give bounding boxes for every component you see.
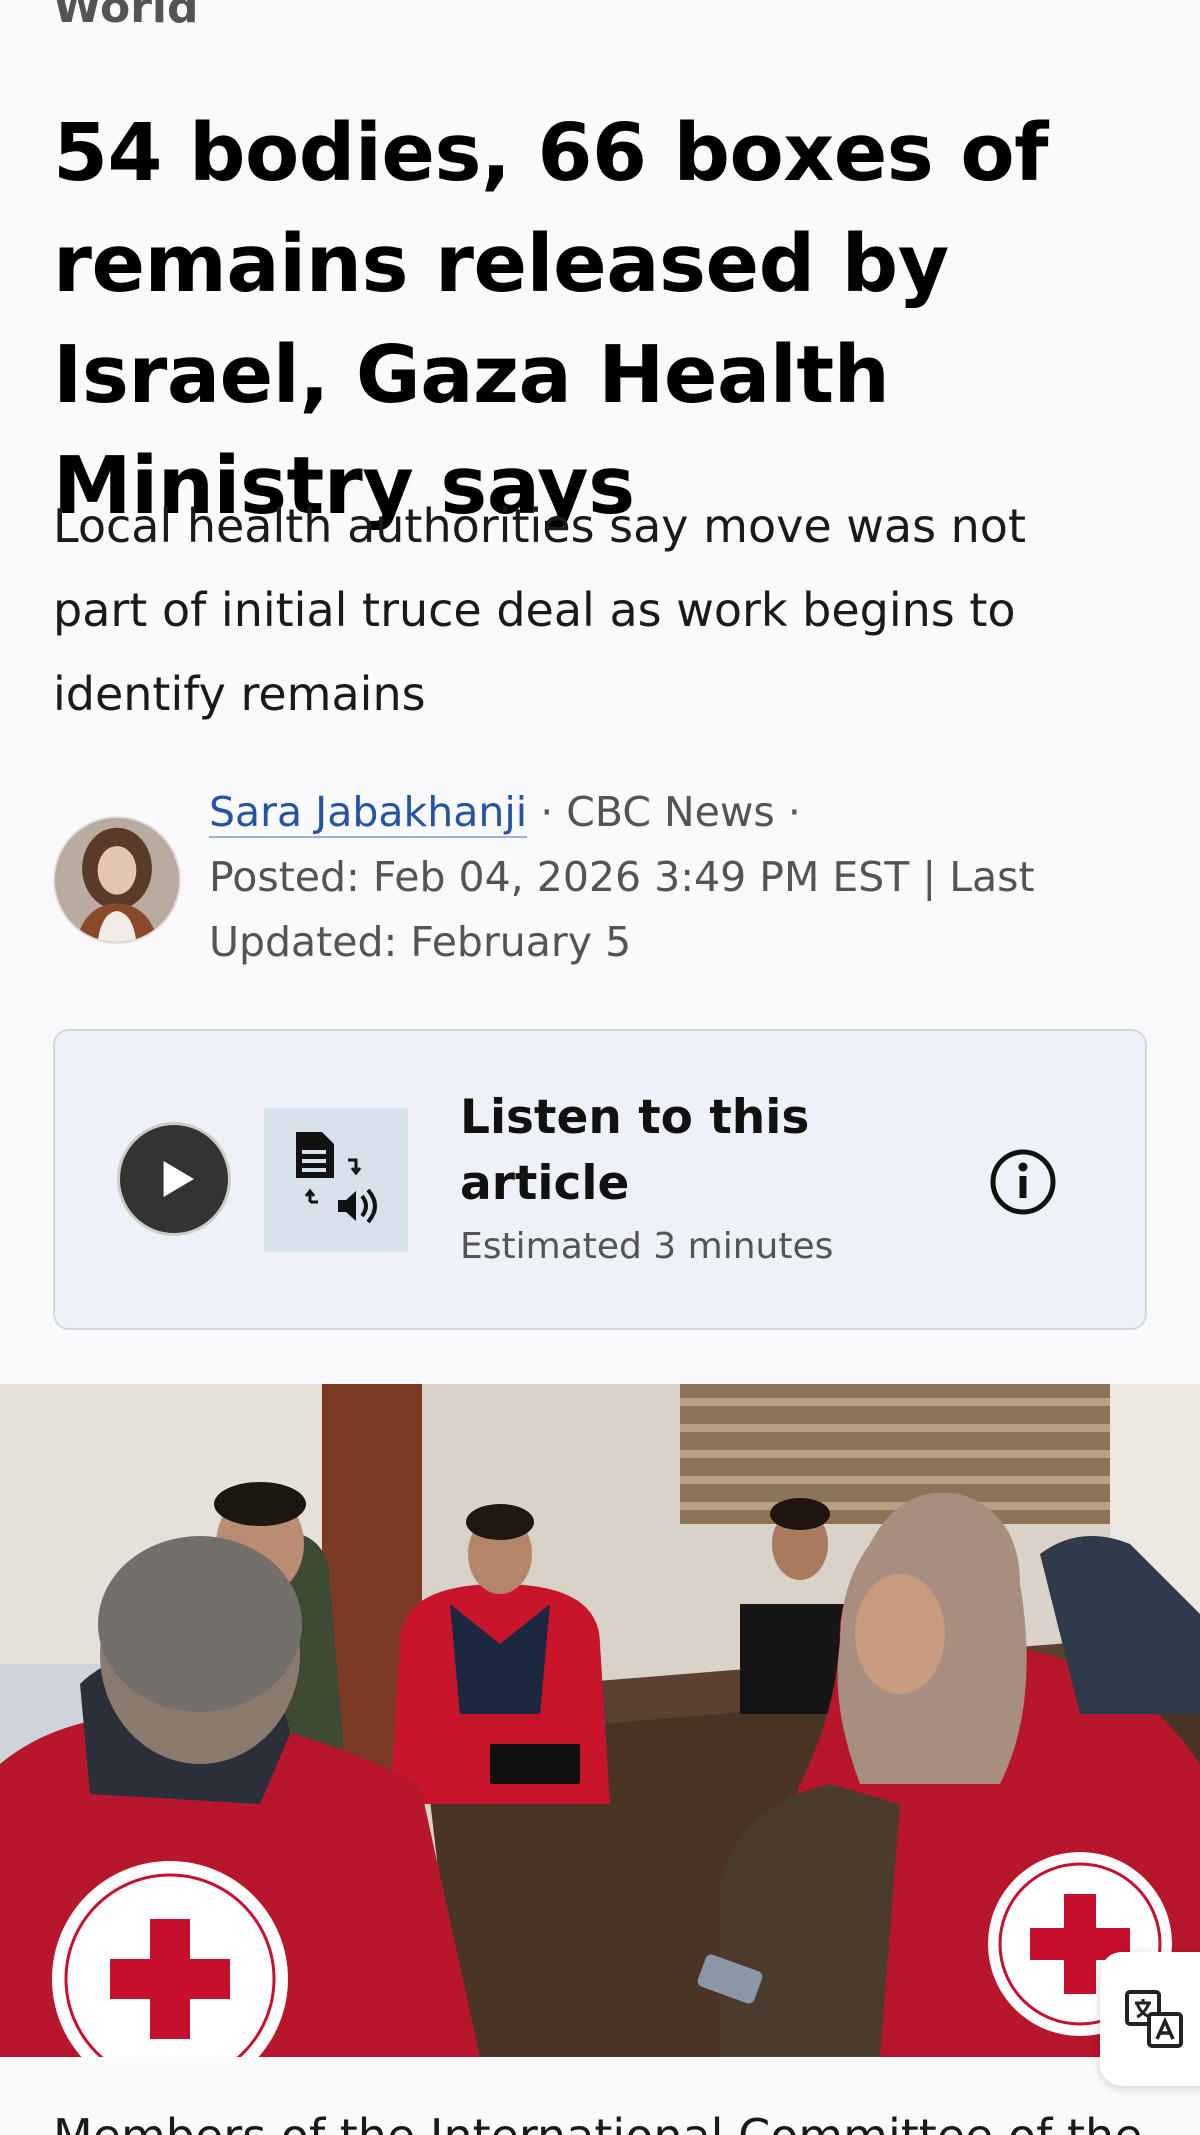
section-label[interactable]: World bbox=[53, 0, 198, 30]
info-icon bbox=[990, 1149, 1056, 1215]
author-avatar[interactable] bbox=[53, 816, 181, 944]
audio-duration: Estimated 3 minutes bbox=[460, 1226, 834, 1267]
listen-to-article-card: Listen to this article Estimated 3 minut… bbox=[53, 1029, 1147, 1330]
headline: 54 bodies, 66 boxes of remains released … bbox=[53, 107, 1048, 532]
article-body-first-line: Members of the International Committee o… bbox=[53, 2106, 1173, 2135]
lead-photo-image bbox=[0, 1384, 1200, 2057]
article-page: World 54 bodies, 66 boxes of remains rel… bbox=[0, 0, 1200, 2135]
author-avatar-image bbox=[55, 818, 179, 942]
play-icon bbox=[163, 1161, 194, 1197]
posted-date: Posted: Feb 04, 2026 3:49 PM EST | Last … bbox=[209, 853, 1035, 966]
byline-separator-2: · bbox=[787, 788, 801, 836]
audio-title: Listen to this article bbox=[460, 1090, 810, 1211]
author-link[interactable]: Sara Jabakhanji bbox=[209, 788, 528, 838]
article-deck: Local health authorities say move was no… bbox=[53, 499, 1026, 721]
byline: Sara Jabakhanji · CBC News · Posted: Feb… bbox=[53, 780, 1153, 980]
outlet-name: CBC News bbox=[566, 788, 775, 836]
play-button[interactable] bbox=[117, 1122, 231, 1236]
article-lead-photo[interactable] bbox=[0, 1384, 1200, 2057]
translate-button[interactable] bbox=[1100, 1952, 1200, 2086]
info-button[interactable] bbox=[989, 1148, 1057, 1216]
text-to-speech-icon bbox=[264, 1108, 408, 1252]
translate-icon bbox=[1125, 1990, 1183, 2048]
byline-separator: · bbox=[540, 788, 554, 836]
byline-text: Sara Jabakhanji · CBC News · Posted: Feb… bbox=[209, 780, 1149, 975]
